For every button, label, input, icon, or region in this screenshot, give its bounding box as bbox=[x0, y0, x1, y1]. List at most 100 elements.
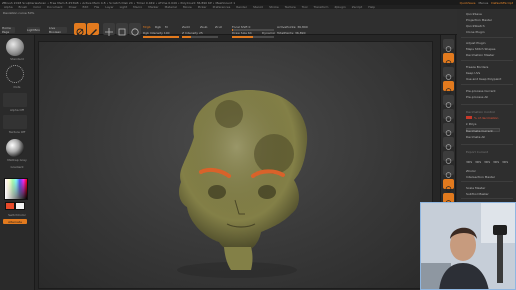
palette-item[interactable]: Decimate Current bbox=[466, 129, 493, 133]
palette-item[interactable]: Pre-process Current bbox=[466, 89, 496, 93]
head-model bbox=[179, 90, 308, 270]
version-button[interactable]: 3DS bbox=[502, 160, 508, 164]
zcut-label[interactable]: Zcut bbox=[215, 25, 222, 29]
palette-item[interactable]: Use and Keep Polypaint bbox=[466, 77, 501, 81]
brush-thumbnail[interactable] bbox=[6, 38, 24, 56]
scale-button[interactable] bbox=[116, 23, 128, 36]
palette-item[interactable]: Decimate All bbox=[466, 135, 485, 139]
edit-button[interactable] bbox=[74, 23, 86, 36]
bpr-button[interactable] bbox=[443, 39, 454, 52]
edit-icon bbox=[76, 28, 84, 36]
palette-divider bbox=[461, 37, 513, 38]
palette-divider bbox=[461, 84, 513, 85]
switch-color-button[interactable]: SwitchColor bbox=[5, 213, 29, 217]
frame-button[interactable] bbox=[443, 179, 454, 192]
move-icon bbox=[105, 28, 113, 36]
actual-button[interactable] bbox=[443, 95, 454, 108]
live-boolean-button[interactable]: Live Boolean bbox=[49, 26, 67, 34]
palette-item[interactable]: Intersection Master bbox=[466, 175, 495, 179]
zoom-button[interactable] bbox=[443, 81, 454, 94]
draw-button[interactable] bbox=[87, 23, 99, 36]
decimation-slider-marker[interactable] bbox=[466, 116, 472, 119]
secondary-color-swatch[interactable] bbox=[15, 202, 25, 210]
draw-size-slider[interactable] bbox=[232, 36, 274, 38]
palette-item[interactable]: % of decimation bbox=[474, 116, 498, 120]
right-eye bbox=[258, 185, 276, 199]
palette-item[interactable]: Decimation Master bbox=[466, 53, 494, 57]
dynamic-label[interactable]: Dynamic bbox=[262, 31, 275, 35]
alpha-label: Alpha Off bbox=[10, 108, 24, 112]
dome-ring-left bbox=[215, 100, 243, 128]
color-picker[interactable] bbox=[4, 178, 28, 200]
deviation-info: Deviation curve 50% bbox=[3, 11, 35, 15]
palette-item[interactable]: Pre-process All bbox=[466, 95, 488, 99]
palette-divider bbox=[461, 181, 513, 182]
palette-item[interactable]: SubTool Master bbox=[466, 192, 489, 196]
palette-divider bbox=[461, 144, 513, 145]
microphone-stand bbox=[497, 233, 503, 283]
palette-item[interactable]: Scale Master bbox=[466, 186, 485, 190]
top-toolbar: Deviation curve 50% Home Page LightBox L… bbox=[0, 9, 516, 38]
title-right-items: QuickSave Menus DefaultZScript bbox=[460, 1, 516, 5]
home-page-button[interactable]: Home Page bbox=[2, 26, 15, 34]
palette-item[interactable]: Clone Plugin bbox=[466, 30, 485, 34]
lightbox-button[interactable]: LightBox bbox=[27, 27, 40, 33]
texture-thumbnail[interactable] bbox=[3, 115, 27, 129]
rotate-icon bbox=[131, 28, 139, 36]
version-button[interactable]: 3DS bbox=[493, 160, 499, 164]
rgb-intensity-label[interactable]: Rgb Intensity 100 bbox=[143, 31, 170, 35]
material-thumbnail[interactable] bbox=[6, 139, 24, 157]
z-intensity-slider[interactable] bbox=[182, 36, 218, 38]
stroke-thumbnail[interactable] bbox=[6, 65, 24, 83]
zadd-label[interactable]: Zadd bbox=[182, 25, 190, 29]
alternate-button[interactable]: Alternate bbox=[3, 219, 27, 224]
draw-size-label[interactable]: Draw Size 64 bbox=[232, 31, 252, 35]
version-button[interactable]: 3DS bbox=[484, 160, 490, 164]
palette-item[interactable]: QuickSketch bbox=[466, 24, 485, 28]
palette-item[interactable]: Projection Master bbox=[466, 18, 492, 22]
palette-item[interactable]: Keep UVs bbox=[466, 71, 480, 75]
z-intensity-label[interactable]: Z Intensity 25 bbox=[182, 31, 203, 35]
move-button[interactable] bbox=[103, 23, 115, 36]
floor-button[interactable] bbox=[443, 137, 454, 150]
quicksave-button[interactable]: QuickSave bbox=[460, 1, 476, 5]
persp-button[interactable] bbox=[443, 123, 454, 136]
material-label: MatCap Gray bbox=[7, 158, 27, 162]
menus-toggle[interactable]: Menus bbox=[478, 1, 488, 5]
dome-ring-right bbox=[254, 134, 294, 174]
title-text: ZBrush 2018 SculpteriesScan • Free Mem 8… bbox=[2, 0, 236, 5]
left-eye bbox=[208, 185, 226, 199]
viewport-canvas[interactable] bbox=[38, 41, 433, 289]
gradient-label[interactable]: Gradient bbox=[5, 165, 29, 169]
xyz-button[interactable] bbox=[443, 165, 454, 178]
palette-divider bbox=[461, 198, 513, 199]
presenter-video bbox=[421, 203, 515, 289]
palette-item[interactable]: Export Current bbox=[466, 150, 488, 154]
mrgb-label[interactable]: Mrgb bbox=[143, 25, 151, 29]
zbrush-window: ZBrush 2018 SculpteriesScan • Free Mem 8… bbox=[0, 0, 516, 290]
main-color-swatch[interactable] bbox=[5, 202, 15, 210]
zsub-label[interactable]: Zsub bbox=[200, 25, 207, 29]
local-button[interactable] bbox=[443, 151, 454, 164]
default-zscript-button[interactable]: DefaultZScript bbox=[491, 1, 513, 5]
palette-item[interactable]: Adjust Plugin bbox=[466, 41, 486, 45]
version-button[interactable]: 3DS bbox=[475, 160, 481, 164]
aahalf-button[interactable] bbox=[443, 109, 454, 122]
palette-item[interactable]: ZColor bbox=[466, 169, 476, 173]
palette-item[interactable]: k Polys bbox=[466, 122, 476, 126]
alpha-thumbnail[interactable] bbox=[3, 93, 27, 107]
rotate-button[interactable] bbox=[129, 23, 141, 36]
scale-icon bbox=[118, 28, 126, 36]
rgb-intensity-slider[interactable] bbox=[143, 36, 179, 38]
rgb-label[interactable]: Rgb bbox=[155, 25, 161, 29]
sculpt-viewport bbox=[177, 90, 308, 278]
palette-item[interactable]: Freeze Borders bbox=[466, 65, 488, 69]
left-tray: Standard Dots Alpha Off Texture Off MatC… bbox=[0, 35, 35, 290]
palette-item[interactable]: QuickSave bbox=[466, 12, 482, 16]
palette-item[interactable]: Decimation Control bbox=[466, 110, 495, 114]
version-button[interactable]: 3DS bbox=[466, 160, 472, 164]
m-label[interactable]: M bbox=[165, 25, 168, 29]
palette-item[interactable]: Maps Stitch Shapes bbox=[466, 47, 495, 51]
spix-button[interactable] bbox=[443, 53, 454, 66]
scroll-button[interactable] bbox=[443, 67, 454, 80]
